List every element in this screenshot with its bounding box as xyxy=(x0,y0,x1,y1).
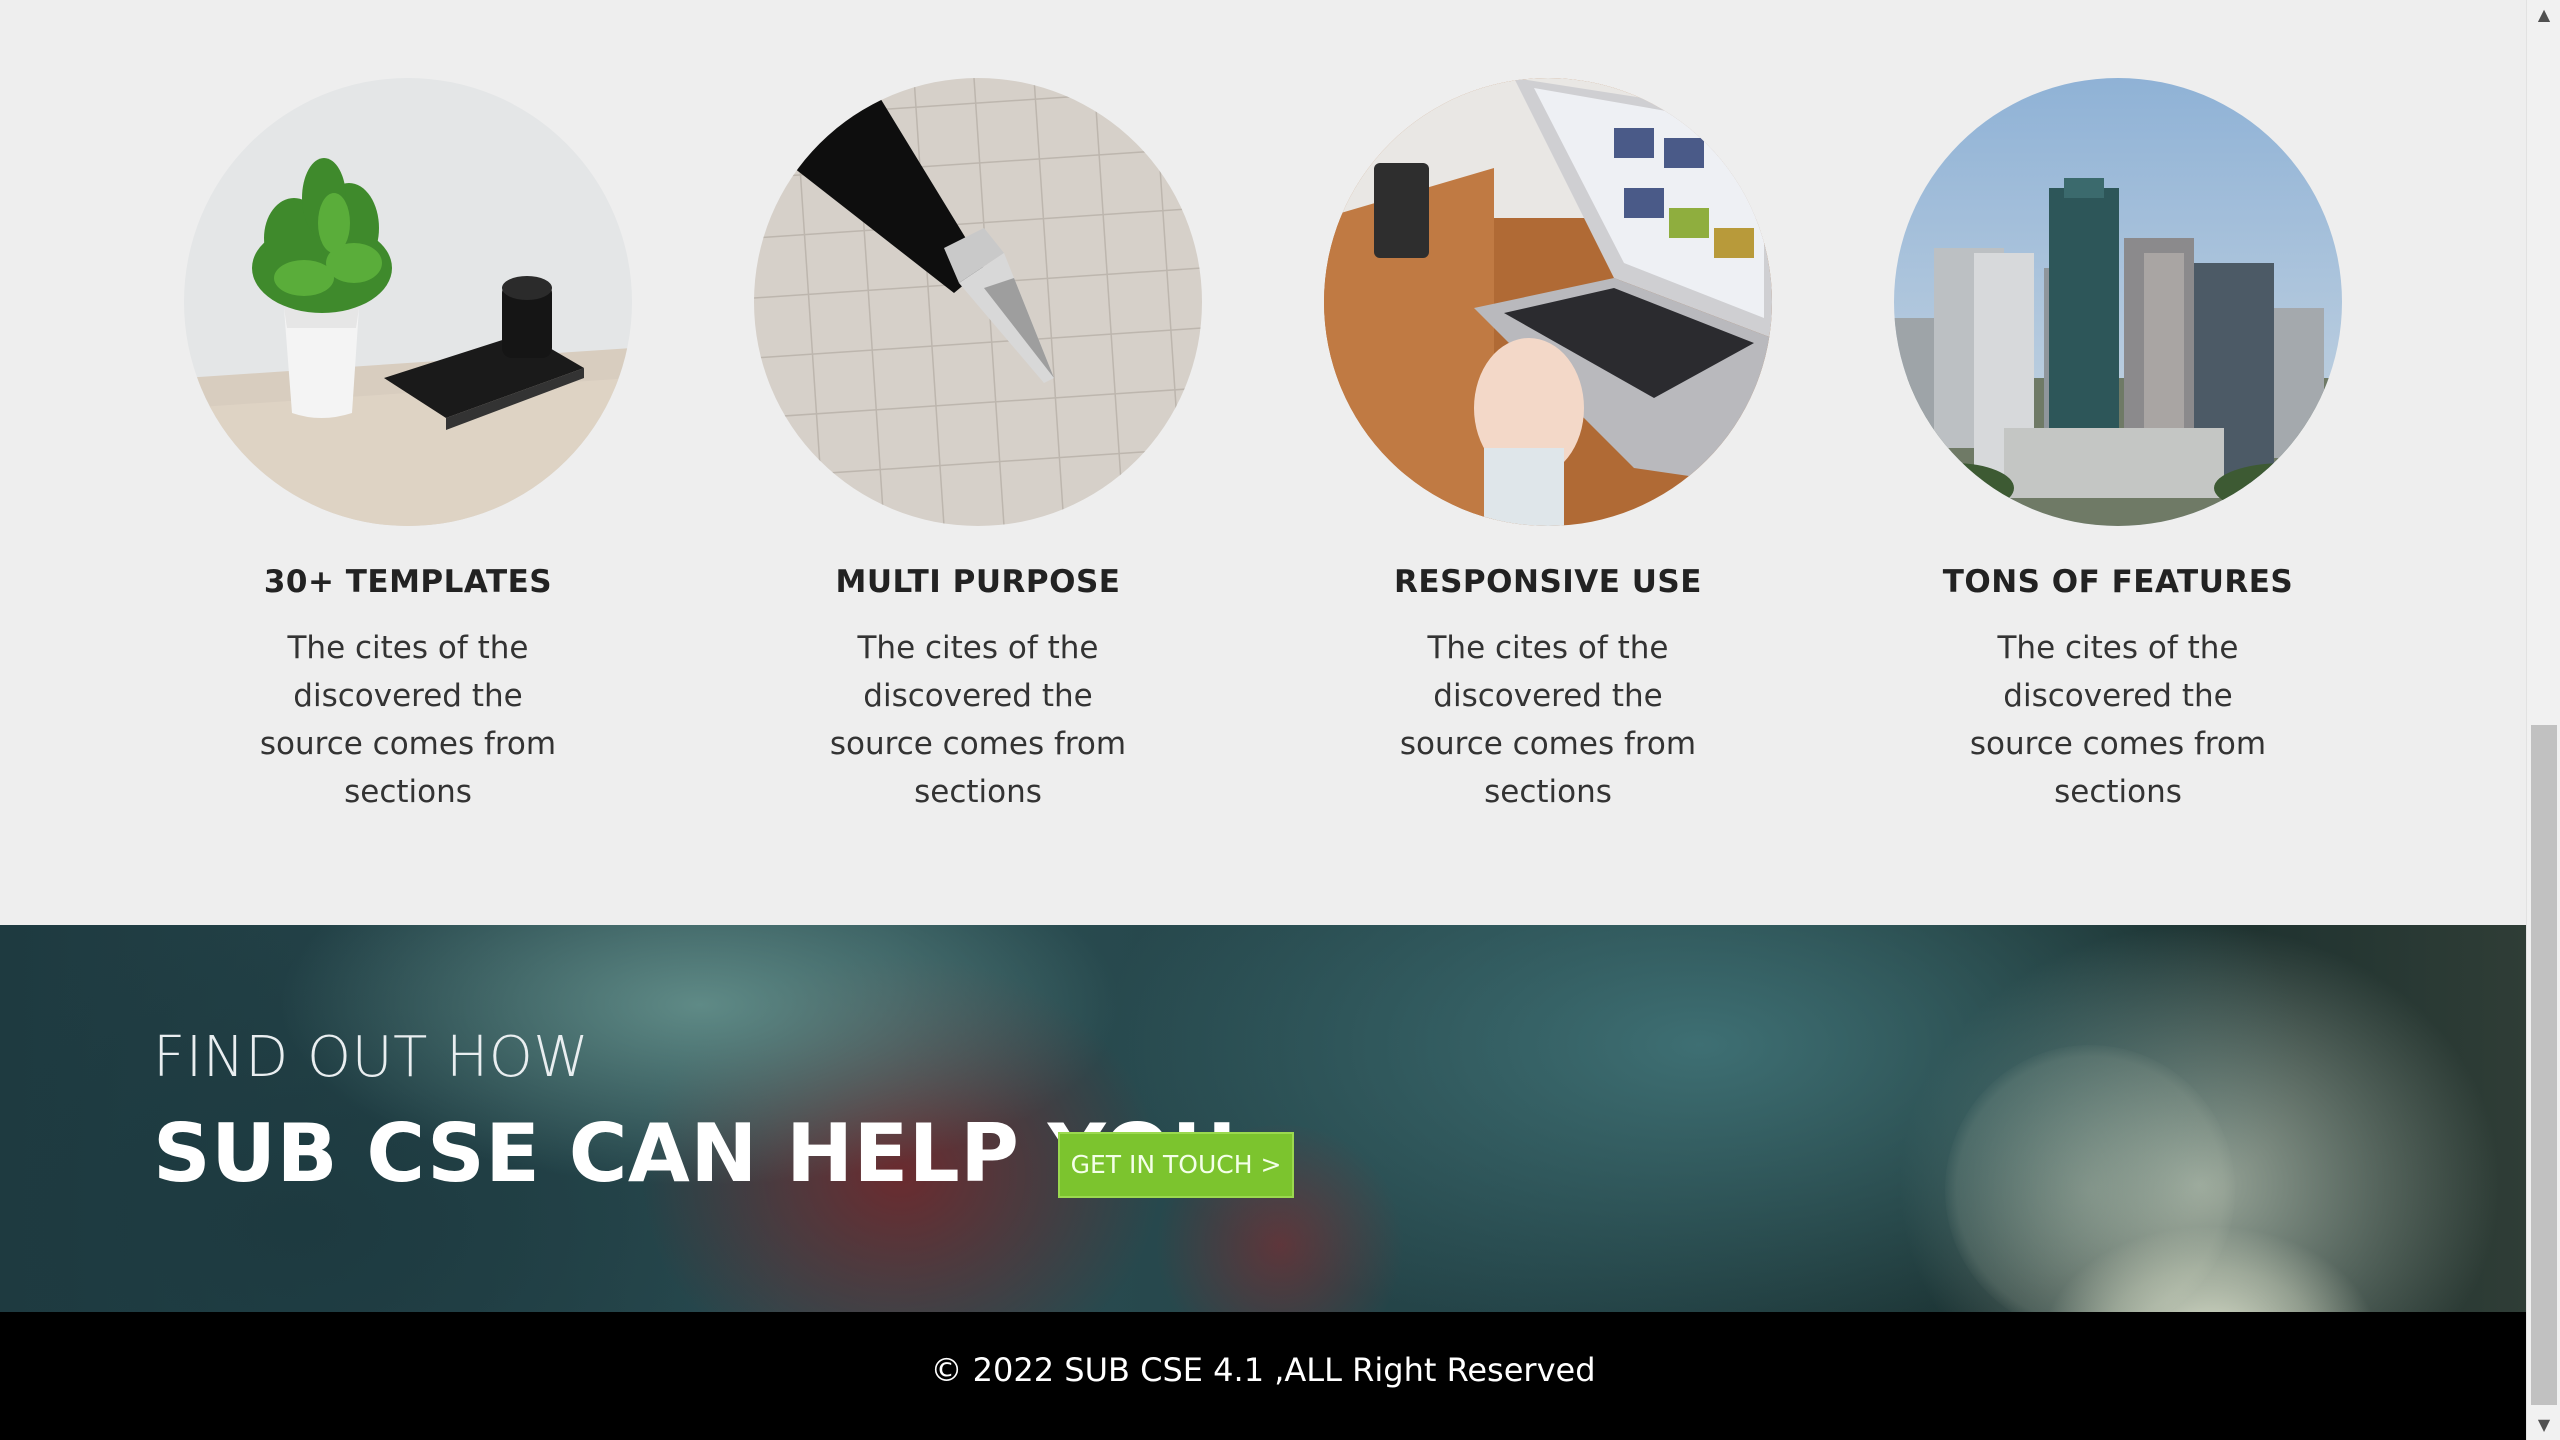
laptop-desk-image xyxy=(1324,78,1772,526)
features-section: 30+ TEMPLATES The cites of the discovere… xyxy=(0,0,2526,925)
copyright-text: © 2022 SUB CSE 4.1 ,ALL Right Reserved xyxy=(930,1351,1596,1389)
feature-title: MULTI PURPOSE xyxy=(835,564,1121,600)
feature-card-responsive-use: RESPONSIVE USE The cites of the discover… xyxy=(1324,78,1772,816)
scrollbar-thumb[interactable] xyxy=(2531,725,2557,1405)
feature-description: The cites of the discovered the source c… xyxy=(1969,630,2267,810)
feature-title: TONS OF FEATURES xyxy=(1942,564,2294,600)
feature-card-tons-of-features: TONS OF FEATURES The cites of the discov… xyxy=(1894,78,2342,816)
scroll-down-arrow-icon[interactable]: ▼ xyxy=(2527,1410,2560,1440)
page: 30+ TEMPLATES The cites of the discovere… xyxy=(0,0,2526,1440)
feature-description: The cites of the discovered the source c… xyxy=(1399,630,1697,810)
city-skyline-image xyxy=(1894,78,2342,526)
cta-heading-small: FIND OUT HOW xyxy=(153,1025,590,1090)
feature-title: RESPONSIVE USE xyxy=(1394,564,1702,600)
feature-card-multi-purpose: MULTI PURPOSE The cites of the discovere… xyxy=(754,78,1202,816)
feature-description: The cites of the discovered the source c… xyxy=(259,630,557,810)
feature-card-templates: 30+ TEMPLATES The cites of the discovere… xyxy=(184,78,632,816)
scroll-up-arrow-icon[interactable]: ▲ xyxy=(2527,0,2560,30)
feature-title: 30+ TEMPLATES xyxy=(263,564,553,600)
footer: © 2022 SUB CSE 4.1 ,ALL Right Reserved xyxy=(0,1312,2526,1440)
vertical-scrollbar[interactable]: ▲ ▼ xyxy=(2526,0,2560,1440)
feature-description: The cites of the discovered the source c… xyxy=(829,630,1127,810)
cta-banner: FIND OUT HOW SUB CSE CAN HELP YOU GET IN… xyxy=(0,925,2526,1312)
fountain-pen-image xyxy=(754,78,1202,526)
get-in-touch-button[interactable]: GET IN TOUCH > xyxy=(1058,1132,1294,1198)
plant-camera-image xyxy=(184,78,632,526)
